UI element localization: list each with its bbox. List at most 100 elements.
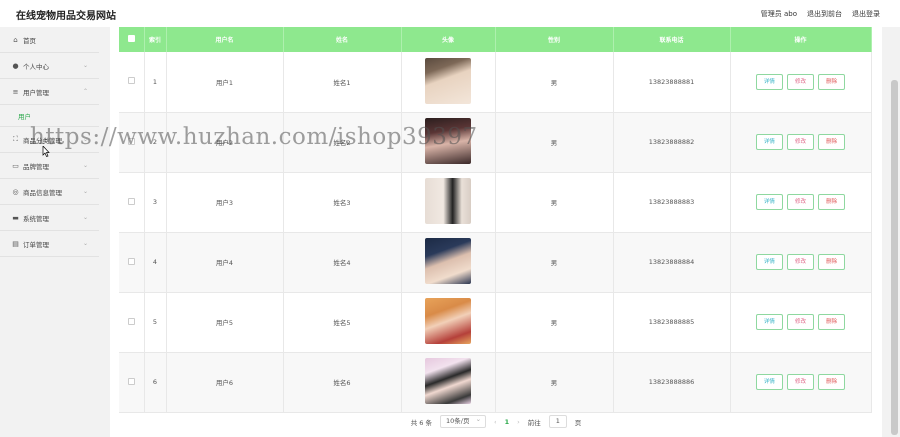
site-title: 在线宠物用品交易网站 <box>16 11 116 22</box>
table-row: 6 用户6 姓名6 男 13823888886 详情 修改 删除 <box>119 352 872 413</box>
to-frontend-link[interactable]: 退出到前台 <box>807 9 842 19</box>
cell-name: 姓名4 <box>283 232 402 293</box>
cell-name: 姓名3 <box>283 172 402 233</box>
detail-button[interactable]: 详情 <box>755 134 783 150</box>
cell-phone: 13823888881 <box>613 52 731 113</box>
delete-button[interactable]: 删除 <box>818 134 846 150</box>
cell-index: 1 <box>144 52 167 113</box>
cell-phone: 13823888884 <box>613 232 731 293</box>
top-bar: 在线宠物用品交易网站 管理员 abo 退出到前台 退出登录 <box>0 0 900 27</box>
col-phone: 联系电话 <box>613 27 731 52</box>
edit-button[interactable]: 修改 <box>787 254 814 270</box>
mouse-cursor-icon <box>42 146 50 157</box>
sidebar-item-system-mgmt[interactable]: ▬ 系统管理 ⌄ <box>0 205 99 231</box>
detail-button[interactable]: 详情 <box>755 194 783 210</box>
detail-button[interactable]: 详情 <box>755 314 783 330</box>
edit-button[interactable]: 修改 <box>787 314 814 330</box>
monitor-icon: ▬ <box>12 213 19 222</box>
prev-page-button[interactable]: ‹ <box>494 418 497 426</box>
total-count: 共 6 条 <box>410 418 433 427</box>
col-avatar: 头像 <box>401 27 496 52</box>
user-table: 索引 用户名 姓名 头像 性别 联系电话 操作 1 用户1 姓名1 男 1382… <box>119 27 872 413</box>
message-icon: ▭ <box>12 161 19 170</box>
edit-button[interactable]: 修改 <box>787 73 814 90</box>
sidebar-item-profile[interactable]: ● 个人中心 ⌄ <box>0 53 99 79</box>
delete-button[interactable]: 删除 <box>818 254 846 270</box>
page-suffix: 页 <box>574 418 582 427</box>
next-page-button[interactable]: › <box>517 418 520 426</box>
sidebar-item-user-mgmt[interactable]: ≡ 用户管理 ⌃ <box>0 79 99 105</box>
cell-name: 姓名5 <box>283 292 402 353</box>
cell-username: 用户6 <box>166 352 284 413</box>
delete-button[interactable]: 删除 <box>818 194 846 210</box>
chevron-up-icon: ⌃ <box>82 88 88 95</box>
sidebar-item-label: 商品信息管理 <box>23 188 62 197</box>
cell-gender: 男 <box>495 172 614 233</box>
row-checkbox[interactable] <box>127 317 135 325</box>
chevron-down-icon: ⌄ <box>82 62 88 69</box>
settings-icon: ◎ <box>12 187 19 196</box>
sidebar-item-label: 订单管理 <box>23 240 49 249</box>
table-header-row: 索引 用户名 姓名 头像 性别 联系电话 操作 <box>119 27 872 52</box>
chevron-down-icon: ⌄ <box>82 240 88 247</box>
grid-icon: ⛶ <box>13 135 18 143</box>
cell-phone: 13823888886 <box>613 352 731 413</box>
avatar <box>425 178 471 224</box>
col-actions: 操作 <box>730 27 872 52</box>
doc-icon: ▤ <box>12 239 19 248</box>
main-content: 索引 用户名 姓名 头像 性别 联系电话 操作 1 用户1 姓名1 男 1382… <box>110 27 882 437</box>
avatar <box>425 238 471 284</box>
chevron-down-icon: ⌄ <box>82 162 88 169</box>
sidebar-item-label: 个人中心 <box>23 62 49 71</box>
row-checkbox[interactable] <box>127 377 135 385</box>
goto-page-input[interactable]: 1 <box>548 415 567 428</box>
sidebar-item-label: 用户管理 <box>23 88 49 97</box>
table-row: 4 用户4 姓名4 男 13823888884 详情 修改 删除 <box>119 232 872 293</box>
chevron-down-icon: ⌄ <box>82 214 88 221</box>
sidebar-item-order-mgmt[interactable]: ▤ 订单管理 ⌄ <box>0 231 99 257</box>
cell-username: 用户4 <box>166 232 284 293</box>
page-size-select[interactable]: 10条/页 <box>440 414 487 428</box>
col-name: 姓名 <box>283 27 402 52</box>
list-icon: ≡ <box>12 87 19 96</box>
select-all-cell[interactable] <box>119 27 145 52</box>
cell-gender: 男 <box>495 112 614 173</box>
sidebar-item-home[interactable]: ⌂ 首页 <box>0 27 99 53</box>
avatar <box>425 358 471 404</box>
table-row: 1 用户1 姓名1 男 13823888881 详情 修改 删除 <box>119 52 872 113</box>
cell-phone: 13823888885 <box>613 292 731 353</box>
sidebar-item-product-mgmt[interactable]: ◎ 商品信息管理 ⌄ <box>0 179 99 205</box>
cell-name: 姓名1 <box>283 52 402 113</box>
col-index: 索引 <box>144 27 167 52</box>
edit-button[interactable]: 修改 <box>787 134 814 150</box>
avatar <box>425 57 471 104</box>
chevron-down-icon: ⌄ <box>82 188 88 195</box>
sidebar-item-label: 系统管理 <box>23 214 49 223</box>
edit-button[interactable]: 修改 <box>787 194 814 210</box>
admin-label: 管理员 abo <box>760 10 797 18</box>
row-checkbox[interactable] <box>127 257 135 265</box>
delete-button[interactable]: 删除 <box>818 374 846 390</box>
cell-username: 用户3 <box>166 172 284 233</box>
detail-button[interactable]: 详情 <box>755 374 783 390</box>
select-all-checkbox[interactable] <box>127 35 135 42</box>
sidebar-item-label: 品牌管理 <box>23 162 49 171</box>
scrollbar[interactable] <box>891 80 898 435</box>
logout-link[interactable]: 退出登录 <box>852 9 880 19</box>
watermark: https://www.huzhan.com/ishop39397 <box>30 124 478 150</box>
cell-gender: 男 <box>495 52 614 113</box>
row-checkbox[interactable] <box>127 77 135 85</box>
detail-button[interactable]: 详情 <box>755 254 783 270</box>
cell-gender: 男 <box>495 232 614 293</box>
cell-name: 姓名6 <box>283 352 402 413</box>
page-number-current[interactable]: 1 <box>505 418 510 426</box>
delete-button[interactable]: 删除 <box>818 73 846 90</box>
row-checkbox[interactable] <box>127 197 135 205</box>
goto-label: 前往 <box>527 418 541 427</box>
cell-gender: 男 <box>495 292 614 353</box>
delete-button[interactable]: 删除 <box>818 314 846 330</box>
sidebar: ⌂ 首页 ● 个人中心 ⌄ ≡ 用户管理 ⌃ 用户 ⛶ 商品分类管理 ⌄ ▭ 品… <box>0 27 99 437</box>
edit-button[interactable]: 修改 <box>787 374 814 390</box>
cell-index: 3 <box>144 172 167 233</box>
detail-button[interactable]: 详情 <box>755 73 783 90</box>
